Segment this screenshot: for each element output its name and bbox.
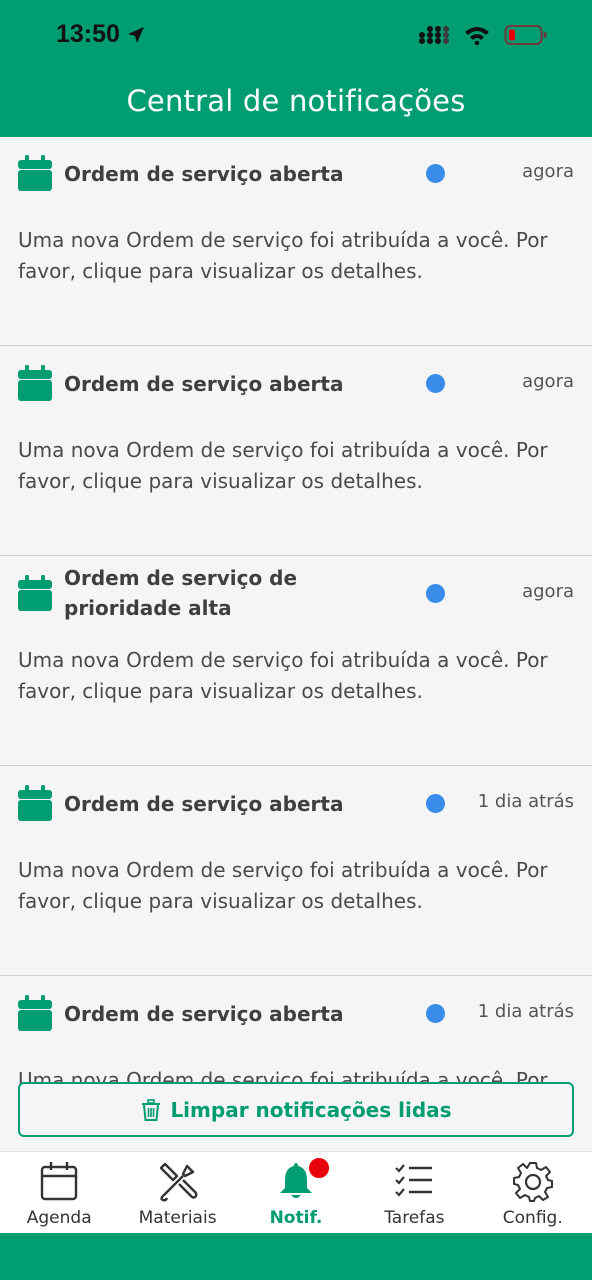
notification-time: 1 dia atrás — [477, 1001, 574, 1022]
notification-body: Uma nova Ordem de serviço foi atribuída … — [18, 648, 548, 703]
notification-title: Ordem de serviço aberta — [64, 792, 344, 816]
tab-agenda[interactable]: Agenda — [0, 1152, 118, 1233]
tab-tarefas[interactable]: Tarefas — [355, 1152, 473, 1233]
notification-time: agora — [522, 581, 574, 602]
status-icons — [418, 24, 548, 46]
tab-label: Tarefas — [384, 1208, 445, 1228]
notification-title: Ordem de serviço de prioridade alta — [64, 566, 298, 620]
notification-time: agora — [522, 161, 574, 182]
notification-time: 1 dia atrás — [477, 791, 574, 812]
notification-title: Ordem de serviço aberta — [64, 1002, 344, 1026]
calendar-icon — [18, 995, 52, 1031]
bottom-tab-bar: Agenda Materiais Notif. Tarefas Config. — [0, 1151, 592, 1233]
calendar-icon — [18, 155, 52, 191]
notification-body: Uma nova Ordem de serviço foi atribuída … — [18, 858, 548, 913]
unread-indicator — [426, 794, 445, 813]
notification-item[interactable]: Ordem de serviço aberta agora Uma nova O… — [0, 137, 592, 346]
notification-body: Uma nova Ordem de serviço foi atribuída … — [18, 438, 548, 493]
notification-body: Uma nova Ordem de serviço foi atribuída … — [18, 228, 548, 283]
tab-notifications[interactable]: Notif. — [237, 1152, 355, 1233]
calendar-icon — [40, 1162, 78, 1201]
unread-indicator — [426, 164, 445, 183]
tab-label: Notif. — [269, 1208, 323, 1228]
cellular-signal-icon — [419, 26, 449, 44]
page-title: Central de notificações — [126, 84, 466, 118]
unread-indicator — [426, 1004, 445, 1023]
calendar-icon — [18, 575, 52, 611]
location-arrow-icon — [127, 26, 144, 43]
tab-label: Materiais — [138, 1208, 217, 1228]
unread-indicator — [426, 374, 445, 393]
notification-badge — [306, 1156, 331, 1180]
trash-icon — [142, 1098, 161, 1121]
tab-materiais[interactable]: Materiais — [118, 1152, 236, 1233]
notification-title: Ordem de serviço aberta — [64, 372, 344, 396]
clear-button-label: Limpar notificações lidas — [170, 1097, 452, 1122]
calendar-icon — [18, 785, 52, 821]
tab-label: Agenda — [26, 1208, 92, 1228]
unread-indicator — [426, 584, 445, 603]
tools-icon — [159, 1162, 198, 1202]
status-bar: 13:50 — [0, 0, 592, 70]
app-header: 13:50 Central de notificações — [0, 0, 592, 137]
wifi-icon — [465, 27, 489, 45]
notification-item[interactable]: Ordem de serviço aberta agora Uma nova O… — [0, 347, 592, 556]
notification-title: Ordem de serviço aberta — [64, 162, 344, 186]
bottom-bar — [0, 1233, 592, 1280]
clear-read-notifications-button[interactable]: Limpar notificações lidas — [18, 1082, 574, 1137]
notification-list[interactable]: Ordem de serviço aberta agora Uma nova O… — [0, 137, 592, 1151]
tab-config[interactable]: Config. — [474, 1152, 592, 1233]
notification-time: agora — [522, 371, 574, 392]
battery-icon — [504, 25, 547, 45]
gear-icon — [512, 1162, 553, 1202]
checklist-icon — [395, 1164, 433, 1197]
calendar-icon — [18, 365, 52, 401]
notification-item[interactable]: Ordem de serviço de prioridade alta agor… — [0, 557, 592, 766]
notification-item[interactable]: Ordem de serviço aberta 1 dia atrás Uma … — [0, 767, 592, 976]
status-time-text: 13:50 — [56, 20, 120, 48]
tab-label: Config. — [502, 1208, 563, 1228]
status-time: 13:50 — [56, 20, 146, 49]
